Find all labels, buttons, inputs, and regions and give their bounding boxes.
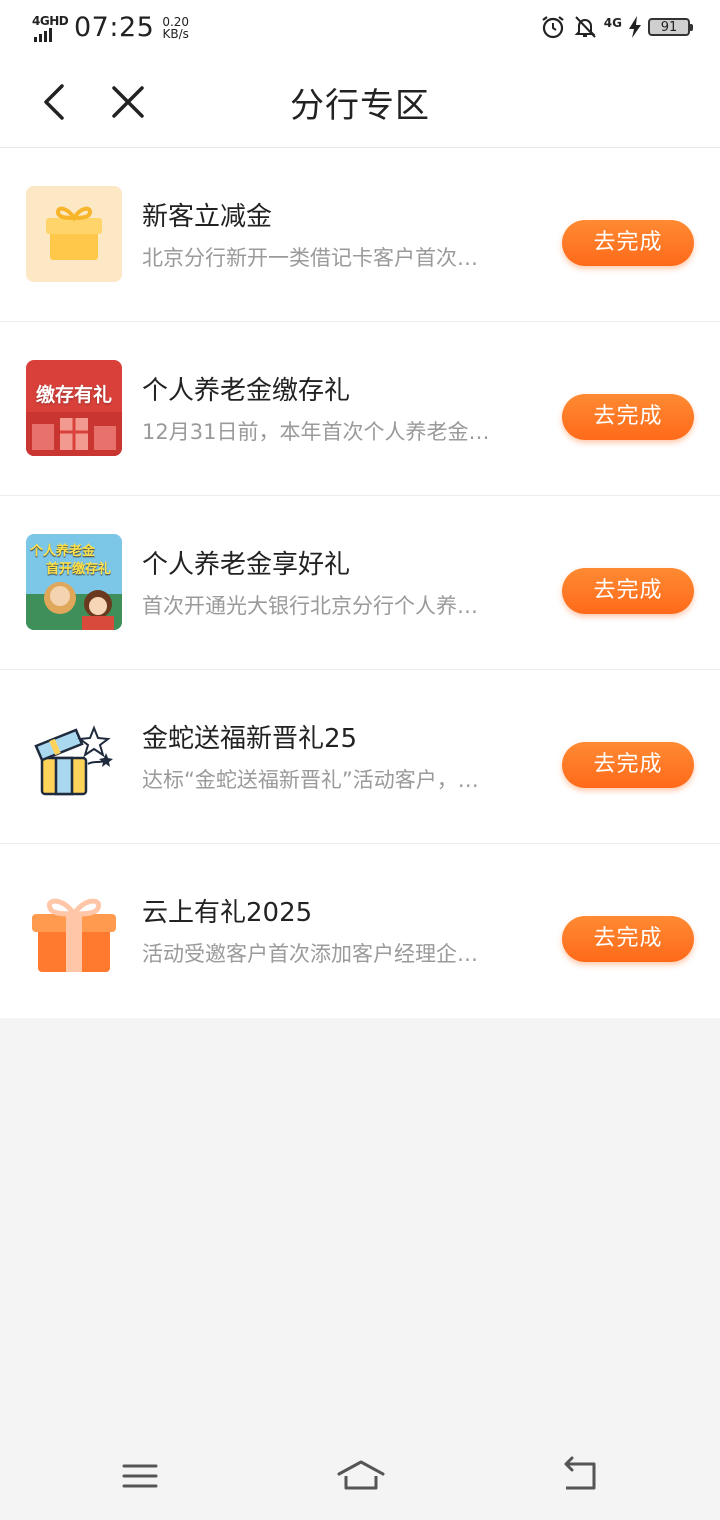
status-bar: 4GHD 07:25 0.20 KB/s 4G 91 xyxy=(0,0,720,56)
complete-button[interactable]: 去完成 xyxy=(562,394,694,440)
clock: 07:25 xyxy=(74,12,155,43)
signal-icon: 4GHD xyxy=(32,14,69,42)
gift-box-icon xyxy=(26,186,122,282)
battery-icon: 91 xyxy=(648,18,693,36)
open-gift-icon xyxy=(26,708,122,804)
task-list: 新客立减金 北京分行新开一类借记卡客户首次… 去完成 缴存有礼 个人养老金缴存礼… xyxy=(0,148,720,1018)
header: 分行专区 xyxy=(0,56,720,148)
thumb-label: 缴存有礼 xyxy=(35,384,112,406)
page-title: 分行专区 xyxy=(290,86,430,126)
charging-icon xyxy=(628,15,642,39)
complete-button[interactable]: 去完成 xyxy=(562,916,694,962)
home-button[interactable] xyxy=(336,1454,386,1498)
thumb-label-bottom: 首开缴存礼 xyxy=(46,562,112,577)
menu-button[interactable] xyxy=(118,1454,162,1498)
pension-gift-thumbnail: 个人养老金 首开缴存礼 xyxy=(26,534,122,630)
complete-button[interactable]: 去完成 xyxy=(562,568,694,614)
item-title: 个人养老金缴存礼 xyxy=(142,376,351,406)
back-system-button[interactable] xyxy=(558,1454,602,1498)
item-title: 个人养老金享好礼 xyxy=(142,550,351,580)
deposit-gift-thumbnail: 缴存有礼 xyxy=(26,360,122,456)
menu-icon xyxy=(122,1464,158,1488)
item-description: 首次开通光大银行北京分行个人养… xyxy=(142,594,478,618)
orange-gift-icon xyxy=(26,882,122,978)
list-item: 云上有礼2025 活动受邀客户首次添加客户经理企… 去完成 xyxy=(0,844,720,1018)
item-description: 北京分行新开一类借记卡客户首次… xyxy=(142,246,478,270)
item-title: 云上有礼2025 xyxy=(142,898,313,928)
list-item: 新客立减金 北京分行新开一类借记卡客户首次… 去完成 xyxy=(0,148,720,322)
home-icon xyxy=(337,1460,385,1490)
mute-bell-icon xyxy=(572,14,598,40)
item-title: 新客立减金 xyxy=(142,202,273,232)
alarm-icon xyxy=(540,14,566,40)
complete-button[interactable]: 去完成 xyxy=(562,742,694,788)
item-description: 12月31日前，本年首次个人养老金… xyxy=(142,420,490,444)
item-title: 金蛇送福新晋礼25 xyxy=(142,724,358,754)
thumb-label-top: 个人养老金 xyxy=(30,544,96,559)
network-speed: 0.20 KB/s xyxy=(162,14,190,41)
network-type: 4G xyxy=(603,16,622,30)
complete-button[interactable]: 去完成 xyxy=(562,220,694,266)
list-item: 缴存有礼 个人养老金缴存礼 12月31日前，本年首次个人养老金… 去完成 xyxy=(0,322,720,496)
item-description: 活动受邀客户首次添加客户经理企… xyxy=(142,942,478,966)
list-item: 个人养老金 首开缴存礼 个人养老金享好礼 首次开通光大银行北京分行个人养… 去完… xyxy=(0,496,720,670)
return-icon xyxy=(564,1456,596,1490)
system-nav-bar xyxy=(0,1434,720,1520)
list-item: 金蛇送福新晋礼25 达标“金蛇送福新晋礼”活动客户，… 去完成 xyxy=(0,670,720,844)
item-description: 达标“金蛇送福新晋礼”活动客户，… xyxy=(142,768,479,792)
